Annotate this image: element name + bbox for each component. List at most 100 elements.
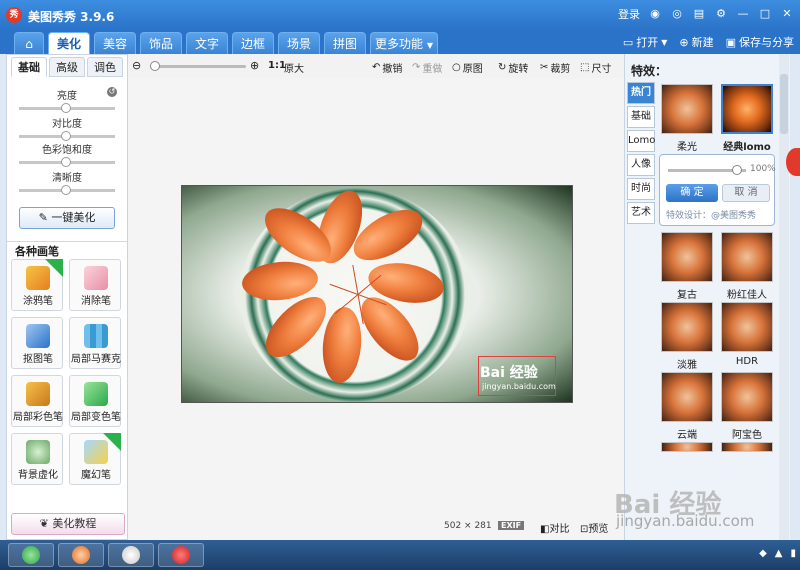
save-share-button[interactable]: ▣ 保存与分享 xyxy=(726,34,794,50)
confirm-button[interactable]: 确 定 xyxy=(666,184,718,202)
subtab-advanced[interactable]: 高级 xyxy=(49,57,85,77)
effect-thumb-soft-light[interactable] xyxy=(661,84,713,134)
settings-icon[interactable]: ⚙ xyxy=(714,7,728,21)
brush-doodle[interactable]: 涂鸦笔 xyxy=(11,259,63,311)
slider-knob[interactable] xyxy=(61,103,71,113)
effect-thumb-partial[interactable] xyxy=(661,442,713,452)
taskbar-app[interactable] xyxy=(58,543,104,567)
taskbar-app[interactable] xyxy=(8,543,54,567)
login-link[interactable]: 登录 xyxy=(618,6,640,22)
undo-button[interactable]: ↶ 撤销 xyxy=(372,60,402,75)
zoom-in-icon[interactable]: ⊕ xyxy=(250,59,259,72)
save-label: 保存与分享 xyxy=(739,36,794,49)
brush-eraser[interactable]: 消除笔 xyxy=(69,259,121,311)
eraser-icon xyxy=(84,266,108,290)
undo-label: 撤销 xyxy=(382,64,403,75)
slider-knob[interactable] xyxy=(61,185,71,195)
compare-button[interactable]: ◧对比 xyxy=(540,520,569,535)
brush-cutout[interactable]: 抠图笔 xyxy=(11,317,63,369)
close-button[interactable]: ✕ xyxy=(780,7,794,21)
tray-network-icon[interactable]: ▮ xyxy=(790,548,796,559)
exif-button[interactable]: EXIF xyxy=(498,521,525,530)
taskbar-app-meitu[interactable] xyxy=(158,543,204,567)
saturation-slider[interactable]: 色彩饱和度 xyxy=(19,145,115,167)
original-size-button[interactable]: 原大 xyxy=(284,60,304,75)
zoom-out-icon[interactable]: ⊖ xyxy=(132,59,141,72)
slider-knob[interactable] xyxy=(732,165,742,175)
minimize-button[interactable]: — xyxy=(736,7,750,21)
category-lomo[interactable]: Lomo xyxy=(627,130,655,152)
chevron-down-icon: ▼ xyxy=(426,41,433,50)
brush-mosaic[interactable]: 局部马赛克 xyxy=(69,317,121,369)
brush-label: 魔幻笔 xyxy=(81,470,111,481)
category-fashion[interactable]: 时尚 xyxy=(627,178,655,200)
effect-thumb-retro[interactable] xyxy=(661,232,713,282)
tray-shield-icon[interactable]: ◆ xyxy=(759,548,767,559)
effects-scrollbar[interactable] xyxy=(779,54,789,540)
brush-background-blur[interactable]: 背景虚化 xyxy=(11,433,63,485)
new-button[interactable]: ⊕ 新建 xyxy=(679,34,713,50)
slider-knob[interactable] xyxy=(61,131,71,141)
tray-security-icon[interactable]: ▲ xyxy=(775,548,783,559)
brush-magic[interactable]: 魔幻笔 xyxy=(69,433,121,485)
category-basic[interactable]: 基础 xyxy=(627,106,655,128)
effect-thumb-abao[interactable] xyxy=(721,372,773,422)
slider-knob[interactable] xyxy=(61,157,71,167)
tab-beauty[interactable]: 美容 xyxy=(94,32,136,54)
redo-label: 重做 xyxy=(422,64,443,75)
tab-beautify[interactable]: 美化 xyxy=(48,32,90,54)
edited-photo[interactable]: Bai 经验 jingyan.baidu.com xyxy=(182,186,572,402)
category-hot[interactable]: 热门 xyxy=(627,82,655,104)
tab-frames[interactable]: 边框 xyxy=(232,32,274,54)
tab-accessories[interactable]: 饰品 xyxy=(140,32,182,54)
tab-collage[interactable]: 拼图 xyxy=(324,32,366,54)
effect-thumb-classic-lomo[interactable] xyxy=(721,84,773,134)
maximize-button[interactable]: □ xyxy=(758,7,772,21)
crop-button[interactable]: ✂ 裁剪 xyxy=(540,60,570,75)
weibo-icon[interactable]: ◎ xyxy=(670,7,684,21)
taskbar-app[interactable] xyxy=(108,543,154,567)
canvas-status-bar: 502 × 281 EXIF ◧对比 ⊡预览 xyxy=(128,516,624,540)
effect-thumb-cloud[interactable] xyxy=(661,372,713,422)
circle-icon: ○ xyxy=(452,62,461,73)
brightness-slider[interactable]: 亮度 xyxy=(19,91,115,113)
resize-icon: ⬚ xyxy=(580,62,590,73)
category-portrait[interactable]: 人像 xyxy=(627,154,655,176)
tab-text[interactable]: 文字 xyxy=(186,32,228,54)
subtab-color[interactable]: 调色 xyxy=(87,57,123,77)
contrast-label: 对比度 xyxy=(52,119,82,130)
mosaic-icon xyxy=(84,324,108,348)
effect-designer-credit[interactable]: 特效设计：@美图秀秀 xyxy=(666,208,756,221)
effect-thumb-partial[interactable] xyxy=(721,442,773,452)
tab-scenes[interactable]: 场景 xyxy=(278,32,320,54)
sharpness-slider[interactable]: 清晰度 xyxy=(19,173,115,195)
open-button[interactable]: ▭ 打开 ▼ xyxy=(623,34,668,50)
feedback-icon[interactable]: ▤ xyxy=(692,7,706,21)
contrast-slider[interactable]: 对比度 xyxy=(19,119,115,141)
effect-thumb-hdr[interactable] xyxy=(721,302,773,352)
effect-thumb-pink-lady[interactable] xyxy=(721,232,773,282)
effect-label: 淡雅 xyxy=(677,360,697,371)
rotate-icon: ↻ xyxy=(498,62,507,73)
zoom-slider[interactable] xyxy=(150,61,246,71)
brush-local-color[interactable]: 局部彩色笔 xyxy=(11,375,63,427)
beautify-tutorial-button[interactable]: ❦ 美化教程 xyxy=(11,513,125,535)
brush-local-recolor[interactable]: 局部变色笔 xyxy=(69,375,121,427)
preview-button[interactable]: ⊡预览 xyxy=(580,520,608,535)
zoom-knob[interactable] xyxy=(150,61,160,71)
tab-more[interactable]: 更多功能 ▼ xyxy=(370,32,438,54)
cancel-button[interactable]: 取 消 xyxy=(722,184,770,202)
home-tab[interactable]: ⌂ xyxy=(14,32,44,54)
category-art[interactable]: 艺术 xyxy=(627,202,655,224)
redo-button[interactable]: ↷ 重做 xyxy=(412,60,442,75)
floating-badge[interactable] xyxy=(786,148,800,176)
canvas-area[interactable]: Bai 经验 jingyan.baidu.com 502 × 281 EXIF … xyxy=(128,78,624,540)
rotate-button[interactable]: ↻ 旋转 xyxy=(498,60,528,75)
qq-icon[interactable]: ◉ xyxy=(648,7,662,21)
scrollbar-thumb[interactable] xyxy=(780,74,788,134)
subtab-basic[interactable]: 基础 xyxy=(11,57,47,77)
one-key-beautify-button[interactable]: ✎ 一键美化 xyxy=(19,207,115,229)
original-button[interactable]: ○ 原图 xyxy=(452,60,483,75)
effect-thumb-elegant[interactable] xyxy=(661,302,713,352)
resize-button[interactable]: ⬚ 尺寸 xyxy=(580,60,611,75)
